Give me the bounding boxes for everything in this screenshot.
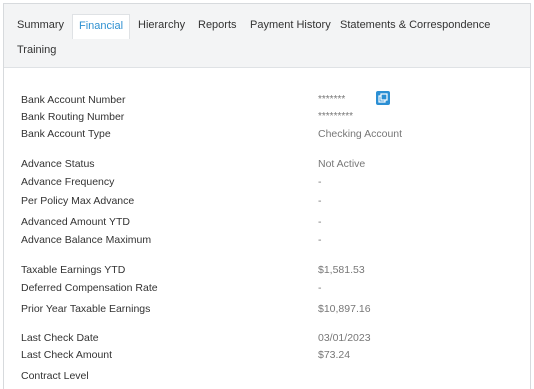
prior-year-taxable-earnings-label: Prior Year Taxable Earnings	[21, 303, 151, 315]
bank-account-number-label: Bank Account Number	[21, 94, 126, 106]
bank-routing-number-label: Bank Routing Number	[21, 111, 125, 123]
advance-frequency-label: Advance Frequency	[21, 176, 115, 188]
last-check-date-label: Last Check Date	[21, 332, 99, 344]
reveal-account-number-button[interactable]	[376, 91, 390, 105]
contract-level-label: Contract Level	[21, 370, 89, 382]
bank-account-type-value: Checking Account	[318, 128, 403, 140]
last-check-date-value: 03/01/2023	[318, 332, 371, 344]
advanced-amount-ytd-label: Advanced Amount YTD	[21, 216, 130, 228]
taxable-earnings-ytd-value: $1,581.53	[318, 264, 365, 276]
tab-summary[interactable]: Summary	[17, 14, 64, 37]
advance-frequency-value: -	[318, 176, 322, 188]
advance-balance-maximum-value: -	[318, 234, 322, 246]
tab-financial[interactable]: Financial	[72, 14, 131, 39]
reveal-account-number-icon	[378, 93, 388, 103]
advanced-amount-ytd-value: -	[318, 216, 322, 228]
last-check-amount-label: Last Check Amount	[21, 349, 113, 361]
tab-reports[interactable]: Reports	[198, 14, 237, 37]
deferred-compensation-rate-value: -	[318, 282, 322, 294]
bank-account-number-value: *******	[318, 94, 346, 105]
account-details-panel: Summary Financial Hierarchy Reports Paym…	[3, 3, 531, 389]
advance-balance-maximum-label: Advance Balance Maximum	[21, 234, 152, 246]
last-check-amount-value: $73.24	[318, 349, 351, 361]
advance-status-value: Not Active	[318, 158, 366, 170]
prior-year-taxable-earnings-value: $10,897.16	[318, 303, 371, 315]
per-policy-max-advance-label: Per Policy Max Advance	[21, 195, 135, 207]
tab-hierarchy[interactable]: Hierarchy	[138, 14, 185, 37]
tab-payment-history[interactable]: Payment History	[250, 14, 331, 37]
deferred-compensation-rate-label: Deferred Compensation Rate	[21, 282, 158, 294]
tab-training[interactable]: Training	[17, 39, 56, 62]
bank-routing-number-value: *********	[318, 111, 354, 122]
per-policy-max-advance-value: -	[318, 195, 322, 207]
taxable-earnings-ytd-label: Taxable Earnings YTD	[21, 264, 126, 276]
tab-bar: Summary Financial Hierarchy Reports Paym…	[4, 4, 530, 68]
tab-statements-correspondence[interactable]: Statements & Correspondence	[340, 14, 490, 37]
bank-account-type-label: Bank Account Type	[21, 128, 111, 140]
advance-status-label: Advance Status	[21, 158, 95, 170]
